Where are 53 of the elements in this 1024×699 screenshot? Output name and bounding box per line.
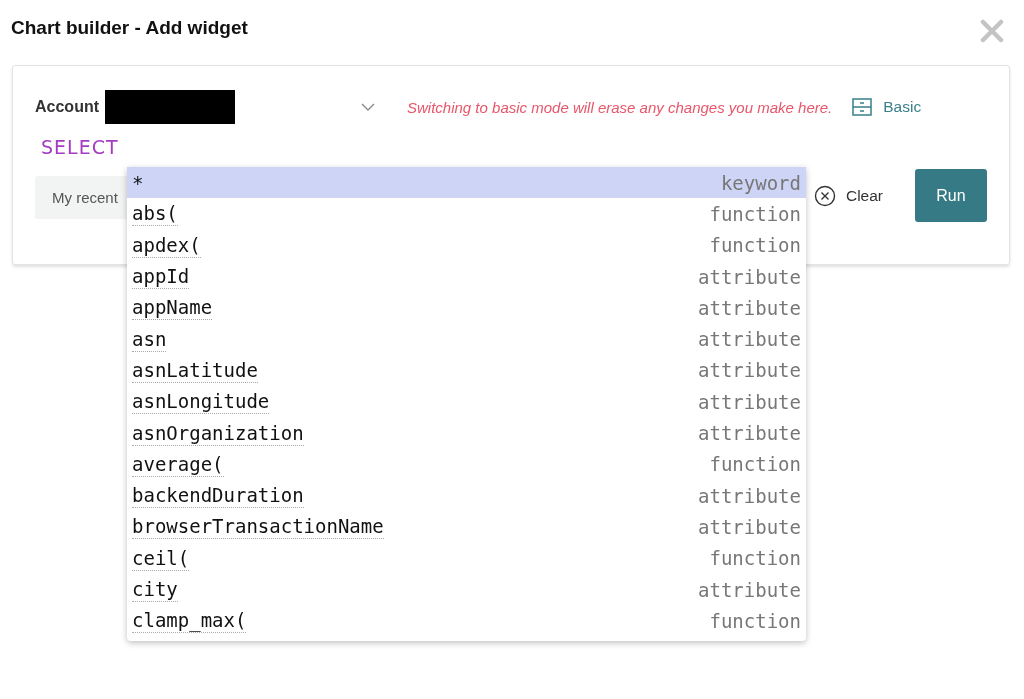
query-keyword: SELECT xyxy=(41,136,119,158)
suggestion-type: attribute xyxy=(698,578,801,601)
suggestion-type: attribute xyxy=(698,265,801,288)
suggestion-type: attribute xyxy=(698,484,801,507)
warning-text: Switching to basic mode will erase any changes you make here. xyxy=(407,98,833,116)
suggestion-label: browserTransactionName xyxy=(132,514,384,540)
suggestion-item[interactable]: asnLongitude attribute xyxy=(127,386,806,418)
suggestion-item[interactable]: city attribute xyxy=(127,573,806,606)
suggestion-label: asnLatitude xyxy=(132,357,258,383)
suggestion-type: function xyxy=(709,202,801,225)
suggestion-type: attribute xyxy=(698,359,801,382)
suggestion-label: appId xyxy=(132,264,190,290)
suggestion-item[interactable]: browserTransactionName attribute xyxy=(127,511,806,543)
suggestion-label: city xyxy=(132,577,178,602)
suggestion-type: function xyxy=(709,547,801,570)
suggestion-label: ceil( xyxy=(132,545,190,571)
suggestion-item[interactable]: asn attribute xyxy=(127,323,806,355)
suggestion-type: function xyxy=(709,234,801,257)
chevron-down-icon[interactable] xyxy=(361,103,375,111)
basic-mode-button[interactable]: Basic xyxy=(852,98,922,116)
run-button[interactable]: Run xyxy=(915,169,987,222)
suggestion-type: attribute xyxy=(698,328,801,351)
suggestion-type: function xyxy=(709,609,801,632)
clear-icon xyxy=(813,184,836,207)
suggestion-label: asnOrganization xyxy=(132,420,304,446)
suggestion-label: appName xyxy=(132,295,213,321)
suggestion-label: apdex( xyxy=(132,232,201,258)
suggestion-item[interactable]: average( function xyxy=(127,448,806,480)
cabinet-icon xyxy=(852,98,873,116)
suggestion-item[interactable]: appId attribute xyxy=(127,260,806,293)
suggestion-type: attribute xyxy=(698,296,801,319)
suggestion-item[interactable]: backendDuration attribute xyxy=(127,479,806,512)
suggestion-type: function xyxy=(709,453,801,476)
suggestion-label: backendDuration xyxy=(132,483,304,509)
suggestion-label: clamp_max( xyxy=(132,608,247,634)
account-label: Account xyxy=(35,98,99,116)
suggestion-item[interactable]: asnOrganization attribute xyxy=(127,417,806,449)
suggestion-item[interactable]: ceil( function xyxy=(127,542,806,574)
suggestion-type: keyword xyxy=(720,171,801,194)
window-title: Chart builder - Add widget xyxy=(11,17,248,39)
suggestion-item[interactable]: appName attribute xyxy=(127,292,806,324)
suggestion-item[interactable]: asnLatitude attribute xyxy=(127,354,806,387)
suggestion-label: asn xyxy=(132,326,167,352)
suggestion-item[interactable]: * keyword xyxy=(127,167,806,199)
suggestion-label: asnLongitude xyxy=(132,389,270,415)
clear-button[interactable]: Clear xyxy=(813,184,883,207)
suggestion-type: attribute xyxy=(698,515,801,538)
suggestion-item[interactable]: clamp_max( function xyxy=(127,605,806,637)
suggestion-item[interactable]: apdex( function xyxy=(127,229,806,261)
suggestion-label: abs( xyxy=(132,201,178,227)
suggestion-label: average( xyxy=(132,451,224,477)
suggestion-type: attribute xyxy=(698,422,801,444)
suggestion-type: attribute xyxy=(698,390,801,413)
